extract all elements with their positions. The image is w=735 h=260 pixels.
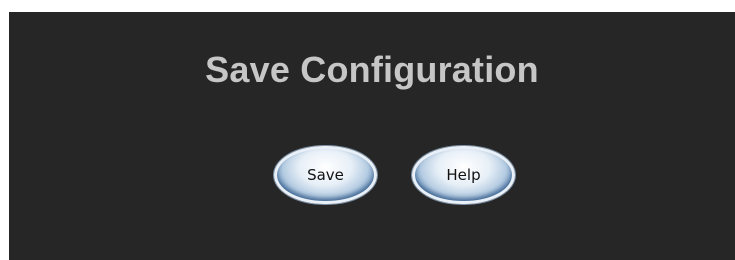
save-config-panel: Save Configuration Save Help [9,12,735,260]
button-row: Save Help [9,146,735,206]
page-title: Save Configuration [205,49,539,90]
help-button[interactable]: Help [412,146,515,204]
save-button[interactable]: Save [274,146,377,204]
